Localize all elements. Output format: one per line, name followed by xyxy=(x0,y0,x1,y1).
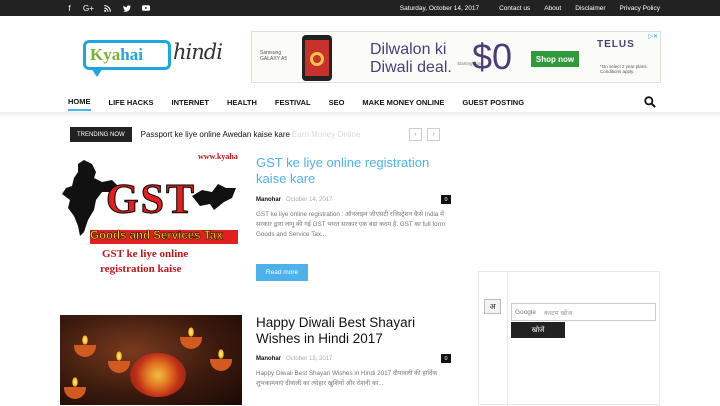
rss-icon[interactable] xyxy=(98,0,117,16)
ad-brand: Samsung GALAXY A5 xyxy=(260,50,288,62)
search-button[interactable]: खोजें xyxy=(511,322,565,338)
post-author[interactable]: Manohar xyxy=(256,356,281,362)
post-title[interactable]: Happy Diwali Best Shayari Wishes in Hind… xyxy=(256,315,456,347)
sidebar-widget xyxy=(478,271,660,406)
diya xyxy=(64,387,86,399)
social-links: f G+ xyxy=(60,0,155,16)
nav-health[interactable]: HEALTH xyxy=(227,93,257,111)
ad-banner[interactable]: Samsung GALAXY A5 Dilwalon ki Diwali deal.… xyxy=(251,31,661,83)
logo-hindi: hindi xyxy=(173,40,223,64)
nav-internet[interactable]: INTERNET xyxy=(172,93,210,111)
privacy-policy-link[interactable]: Privacy Policy xyxy=(620,5,660,12)
top-bar: f G+ Saturday, October 14, 2017 Contact … xyxy=(0,0,720,16)
trending-prev-button[interactable]: ‹ xyxy=(409,128,422,141)
search-placeholder: कस्टम खोज xyxy=(543,309,573,317)
search-icon[interactable] xyxy=(644,95,658,109)
ad-fine-print: *On select 2 year plans. Conditions apply… xyxy=(600,64,648,74)
google-brand: Google xyxy=(515,308,536,316)
facebook-icon[interactable]: f xyxy=(60,0,79,16)
nav-festival[interactable]: FESTIVAL xyxy=(275,93,311,111)
post-date: October 13, 2017 xyxy=(286,355,333,362)
twitter-icon[interactable] xyxy=(117,0,136,16)
logo-bubble: Kyahai xyxy=(83,40,171,70)
sidebar-divider xyxy=(507,272,508,406)
thumb-site-text: www.kyaha xyxy=(198,152,238,161)
flame xyxy=(82,335,88,345)
flame xyxy=(116,351,122,361)
trending-next-button[interactable]: › xyxy=(427,128,440,141)
trending-label: TRENDING NOW xyxy=(70,127,132,142)
logo-bubble-tail xyxy=(91,68,103,77)
custom-search-input[interactable]: Google कस्टम खोज xyxy=(511,303,656,321)
trending-bar: TRENDING NOW Passport ke liye online Awe… xyxy=(70,127,360,142)
contact-link[interactable]: Contact us xyxy=(499,5,530,12)
ad-headline: Dilwalon ki Diwali deal. xyxy=(370,41,452,76)
post-thumbnail-gst[interactable]: www.kyaha GST Goods and Services Tax GST… xyxy=(60,148,242,285)
trending-arrows: ‹ › xyxy=(409,128,440,141)
post-excerpt: GST ke liye online registration : ऑनलाइन… xyxy=(256,211,445,238)
about-link[interactable]: About xyxy=(544,5,561,12)
nav-divider xyxy=(0,112,720,118)
post-meta: Manohar October 13, 2017 0 xyxy=(256,354,451,363)
diya xyxy=(210,359,232,371)
comment-count[interactable]: 0 xyxy=(441,354,451,363)
site-logo[interactable]: Kyahai hindi xyxy=(83,38,228,78)
current-date: Saturday, October 14, 2017 xyxy=(399,4,480,12)
rangoli-image xyxy=(130,353,186,397)
ad-shop-button[interactable]: Shop now xyxy=(531,51,579,67)
thumb-gst-subtitle: Goods and Services Tax xyxy=(90,230,223,243)
ad-advertiser: TELUS xyxy=(597,39,635,50)
india-map-east-icon xyxy=(192,184,236,210)
ad-price: $0 xyxy=(472,36,513,77)
nav-home[interactable]: HOME xyxy=(68,93,91,111)
diya xyxy=(180,337,202,349)
nav-seo[interactable]: SEO xyxy=(329,93,345,111)
ad-choices-icon[interactable]: ▷✕ xyxy=(648,33,658,40)
flame xyxy=(72,377,78,387)
flame xyxy=(218,349,224,359)
post-thumbnail-diwali[interactable] xyxy=(60,315,242,405)
diya xyxy=(74,345,96,357)
transliteration-toggle[interactable]: अ xyxy=(484,299,501,314)
post-title[interactable]: GST ke liye online registration kaise ka… xyxy=(256,155,456,187)
nav-life-hacks[interactable]: LIFE HACKS xyxy=(109,93,154,111)
disclaimer-link[interactable]: Disclaimer xyxy=(575,5,605,12)
flame xyxy=(188,327,194,337)
trending-headline[interactable]: Passport ke liye online Awedan kaise kar… xyxy=(141,130,290,139)
read-more-button[interactable]: Read more xyxy=(256,264,308,281)
diya xyxy=(108,361,130,373)
trending-next-headline[interactable]: Earn Money Online xyxy=(292,130,360,139)
google-plus-icon[interactable]: G+ xyxy=(79,0,98,16)
post-author[interactable]: Manohar xyxy=(256,197,281,203)
nav-guest-posting[interactable]: GUEST POSTING xyxy=(462,93,524,111)
top-nav: Saturday, October 14, 2017 Contact us Ab… xyxy=(400,5,660,12)
youtube-icon[interactable] xyxy=(136,0,155,16)
post-excerpt: Happy Diwali Best Shayari Wishes in Hind… xyxy=(256,370,438,387)
thumb-line-2: registration kaise xyxy=(100,263,182,275)
comment-count[interactable]: 0 xyxy=(441,195,451,204)
thumb-line-1: GST ke liye online xyxy=(102,248,189,260)
post-date: October 14, 2017 xyxy=(286,196,333,203)
logo-text: Kyahai xyxy=(90,45,143,64)
main-nav: HOME LIFE HACKS INTERNET HEALTH FESTIVAL… xyxy=(60,93,660,111)
thumb-gst-text: GST xyxy=(105,177,197,224)
post-meta: Manohar October 14, 2017 0 xyxy=(256,195,451,204)
phone-image xyxy=(302,35,332,81)
nav-make-money-online[interactable]: MAKE MONEY ONLINE xyxy=(362,93,444,111)
